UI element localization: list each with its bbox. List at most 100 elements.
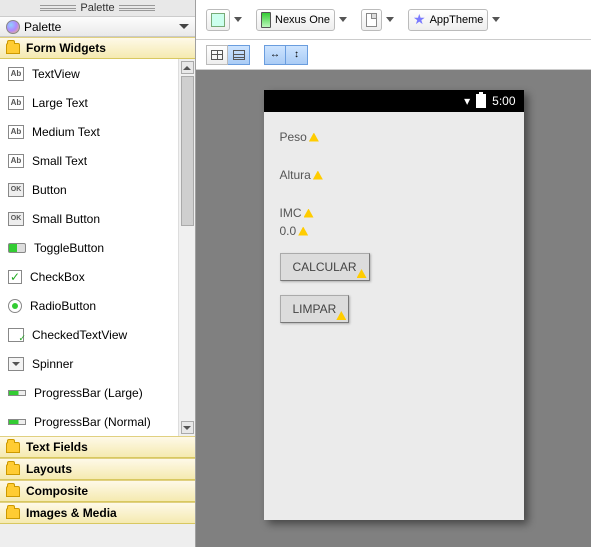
- device-label: Nexus One: [275, 14, 330, 26]
- widget-item-label: ProgressBar (Large): [34, 386, 143, 400]
- widget-item-label: ToggleButton: [34, 241, 104, 255]
- layout-config-icon: [211, 13, 225, 27]
- canvas[interactable]: ▾ 5:00 Peso Altura IMC 0.0 CALCULAR LIMP…: [196, 70, 591, 547]
- category-label: Text Fields: [26, 440, 88, 454]
- widget-item-label: Small Button: [32, 212, 100, 226]
- dropdown-arrow-icon[interactable]: [234, 17, 242, 22]
- checkedtext-icon: [8, 328, 24, 342]
- folder-icon: [6, 43, 20, 54]
- radio-icon: [8, 299, 22, 313]
- widget-item-label: CheckBox: [30, 270, 85, 284]
- category-composite[interactable]: Composite: [0, 480, 195, 502]
- status-bar: ▾ 5:00: [264, 90, 524, 112]
- folder-icon: [6, 442, 20, 453]
- widget-item-label: Spinner: [32, 357, 73, 371]
- category-images-media[interactable]: Images & Media: [0, 502, 195, 524]
- limpar-button[interactable]: LIMPAR: [280, 295, 350, 323]
- palette-subhead[interactable]: Palette: [0, 17, 195, 37]
- palette-titlebar[interactable]: Palette: [0, 0, 195, 17]
- text-ab-icon: Ab: [8, 96, 24, 110]
- category-form-widgets[interactable]: Form Widgets: [0, 37, 195, 59]
- widget-item-large-text[interactable]: Ab Large Text: [0, 88, 178, 117]
- toggle-icon: [8, 243, 26, 253]
- designer-area: Nexus One ★ AppTheme ↔ ↕ ▾ 5:: [196, 0, 591, 547]
- widget-item-checkbox[interactable]: ✓CheckBox: [0, 262, 178, 291]
- scroll-down-button[interactable]: [181, 421, 194, 434]
- layout-config-button[interactable]: [206, 9, 230, 31]
- widget-item-checkedtextview[interactable]: CheckedTextView: [0, 320, 178, 349]
- widget-item-small-text[interactable]: Ab Small Text: [0, 146, 178, 175]
- palette-title: Palette: [80, 2, 114, 14]
- widget-item-label: Medium Text: [32, 125, 100, 139]
- chevron-down-icon[interactable]: [179, 24, 189, 29]
- widget-item-label: ProgressBar (Normal): [34, 415, 151, 429]
- label-imc[interactable]: IMC: [280, 206, 508, 220]
- widget-item-togglebutton[interactable]: ToggleButton: [0, 233, 178, 262]
- expand-vertical-button[interactable]: ↕: [286, 45, 308, 65]
- star-icon: ★: [413, 11, 426, 28]
- folder-icon: [6, 464, 20, 475]
- scroll-up-button[interactable]: [181, 61, 194, 74]
- tool-bar: ↔ ↕: [196, 40, 591, 70]
- label-imc-value[interactable]: 0.0: [280, 224, 508, 238]
- label-peso[interactable]: Peso: [280, 130, 508, 144]
- widget-item-textview[interactable]: Ab TextView: [0, 59, 178, 88]
- button-ok-icon: OK: [8, 183, 24, 197]
- dropdown-arrow-icon[interactable]: [339, 17, 347, 22]
- scrollbar-vertical[interactable]: [178, 59, 195, 436]
- widget-item-button[interactable]: OK Button: [0, 175, 178, 204]
- widget-item-label: TextView: [32, 67, 80, 81]
- text-ab-icon: Ab: [8, 67, 24, 81]
- grid-icon: [211, 50, 223, 60]
- widget-item-label: RadioButton: [30, 299, 96, 313]
- theme-selector[interactable]: ★ AppTheme: [408, 9, 488, 31]
- text-ab-icon: Ab: [8, 125, 24, 139]
- warning-icon: [313, 171, 323, 180]
- folder-icon: [6, 486, 20, 497]
- category-label: Form Widgets: [26, 41, 106, 55]
- warning-icon: [336, 311, 346, 320]
- device-selector[interactable]: Nexus One: [256, 9, 335, 31]
- theme-label: AppTheme: [430, 14, 484, 26]
- progressbar-icon: [8, 419, 26, 425]
- palette-panel: Palette Palette Form Widgets AbTextViewA…: [0, 0, 196, 547]
- label-altura[interactable]: Altura: [280, 168, 508, 182]
- widget-item-label: Button: [32, 183, 67, 197]
- grip-icon: [40, 5, 76, 11]
- warning-icon: [298, 227, 308, 236]
- folder-icon: [6, 508, 20, 519]
- widget-item-spinner[interactable]: Spinner: [0, 349, 178, 378]
- palette-logo-icon: [6, 20, 20, 34]
- category-layouts[interactable]: Layouts: [0, 458, 195, 480]
- widget-item-label: CheckedTextView: [32, 328, 127, 342]
- phone-icon: [261, 12, 271, 28]
- dropdown-arrow-icon[interactable]: [492, 17, 500, 22]
- progressbar-icon: [8, 390, 26, 396]
- category-label: Composite: [26, 484, 88, 498]
- expand-h-icon: ↔: [270, 49, 280, 60]
- status-time: 5:00: [492, 94, 515, 108]
- category-text-fields[interactable]: Text Fields: [0, 436, 195, 458]
- battery-icon: [476, 94, 486, 108]
- button-ok-icon: OK: [8, 212, 24, 226]
- device-preview[interactable]: ▾ 5:00 Peso Altura IMC 0.0 CALCULAR LIMP…: [264, 90, 524, 520]
- scroll-thumb[interactable]: [181, 76, 194, 226]
- file-config-button[interactable]: [361, 9, 382, 31]
- rows-icon: [233, 50, 245, 60]
- palette-subhead-label: Palette: [24, 20, 61, 34]
- expand-horizontal-button[interactable]: ↔: [264, 45, 286, 65]
- widget-item-small-button[interactable]: OK Small Button: [0, 204, 178, 233]
- widget-item-radiobutton[interactable]: RadioButton: [0, 291, 178, 320]
- view-rows-button[interactable]: [228, 45, 250, 65]
- widget-item-progressbar-normal[interactable]: ProgressBar (Normal): [0, 407, 178, 436]
- calcular-button[interactable]: CALCULAR: [280, 253, 370, 281]
- widget-item-progressbar-large[interactable]: ProgressBar (Large): [0, 378, 178, 407]
- dropdown-arrow-icon[interactable]: [386, 17, 394, 22]
- widget-item-medium-text[interactable]: Ab Medium Text: [0, 117, 178, 146]
- view-grid-button[interactable]: [206, 45, 228, 65]
- form-widgets-list: Ab TextView Ab Large Text Ab Medium Text Ab Sma…: [0, 59, 195, 436]
- warning-icon: [309, 133, 319, 142]
- widget-item-label: Small Text: [32, 154, 87, 168]
- widget-item-label: Large Text: [32, 96, 88, 110]
- text-ab-icon: Ab: [8, 154, 24, 168]
